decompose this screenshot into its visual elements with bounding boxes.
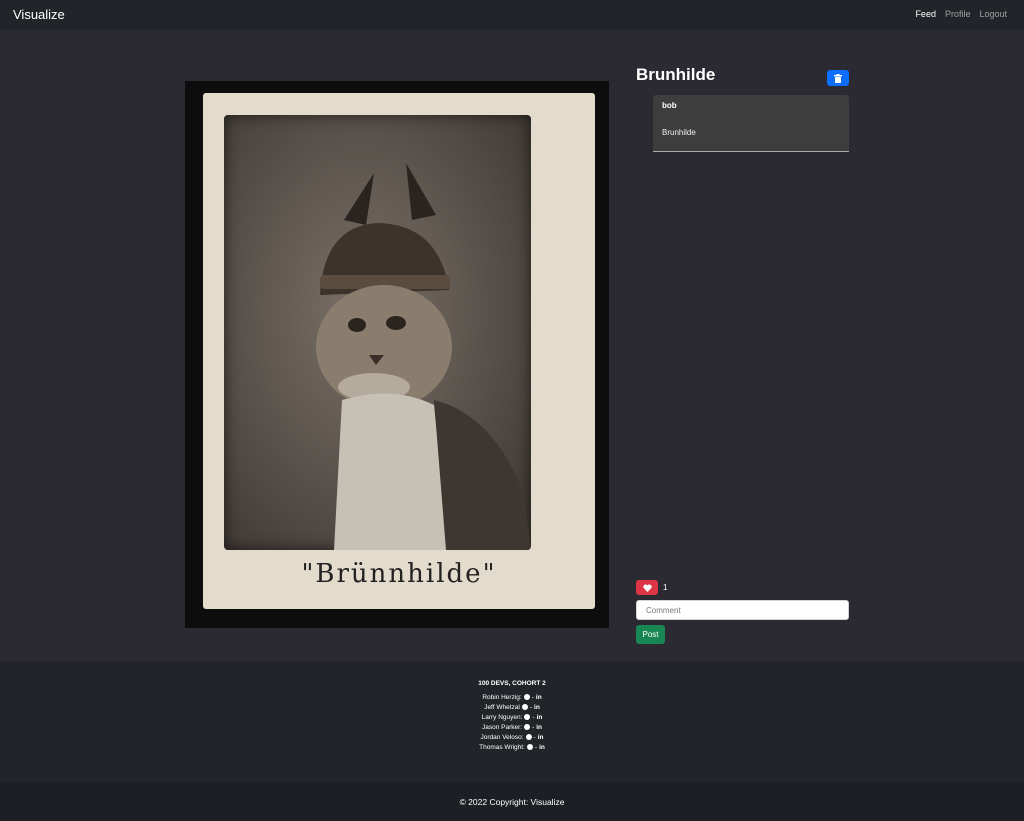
- separator: -: [534, 743, 538, 751]
- linkedin-icon[interactable]: in: [536, 724, 542, 731]
- separator: -: [532, 713, 535, 721]
- github-icon[interactable]: [525, 734, 532, 740]
- copyright-text: © 2022 Copyright: Visualize: [459, 797, 565, 807]
- post-comment-button[interactable]: Post: [636, 625, 665, 644]
- heart-icon: [642, 583, 652, 592]
- navbar: Visualize Feed Profile Logout: [0, 0, 1024, 30]
- github-icon[interactable]: [523, 694, 530, 700]
- contributor-item: Jeff Whetzal - in: [0, 702, 1024, 712]
- post-title: Brunhilde: [636, 65, 716, 84]
- contributor-name: Robin Herzig:: [482, 693, 522, 701]
- caption-card: bob Brunhilde: [653, 95, 849, 152]
- like-count: 1: [663, 583, 668, 592]
- nav-link-logout[interactable]: Logout: [979, 9, 1007, 19]
- cat-illustration: [316, 163, 531, 550]
- nav-links: Feed Profile Logout: [915, 9, 1007, 19]
- cat-photo: [224, 115, 531, 550]
- caption-username: bob: [662, 101, 677, 110]
- like-button[interactable]: [636, 580, 658, 595]
- contributor-name: Jeff Whetzal: [484, 703, 520, 711]
- github-icon[interactable]: [524, 714, 531, 720]
- github-icon[interactable]: [524, 724, 531, 730]
- separator: -: [531, 693, 534, 701]
- contributor-name: Larry Nguyen:: [481, 713, 523, 721]
- separator: -: [529, 703, 533, 711]
- copyright-bar: © 2022 Copyright: Visualize: [0, 782, 1024, 821]
- post-image: "Brünnhilde": [185, 81, 609, 628]
- linkedin-icon[interactable]: in: [537, 714, 543, 721]
- photo-handwritten-caption: "Brünnhilde": [301, 559, 497, 589]
- github-icon[interactable]: [526, 744, 533, 750]
- contributor-name: Thomas Wright:: [479, 743, 525, 751]
- separator: -: [533, 733, 536, 741]
- nav-link-profile[interactable]: Profile: [945, 9, 971, 19]
- brand-logo[interactable]: Visualize: [13, 7, 65, 22]
- linkedin-icon[interactable]: in: [539, 744, 545, 751]
- photo-card: "Brünnhilde": [203, 93, 595, 609]
- footer: 100 DEVS, COHORT 2 Robin Herzig: - in Je…: [0, 662, 1024, 782]
- contributor-item: Jordan Veloso: - in: [0, 732, 1024, 742]
- linkedin-icon[interactable]: in: [538, 734, 544, 741]
- linkedin-icon[interactable]: in: [536, 694, 542, 701]
- contributor-name: Jason Parker:: [481, 723, 523, 731]
- contributor-name: Jordan Veloso:: [480, 733, 524, 741]
- contributor-list: Robin Herzig: - in Jeff Whetzal - in Lar…: [0, 692, 1024, 752]
- footer-heading: 100 DEVS, COHORT 2: [478, 680, 546, 687]
- contributor-item: Larry Nguyen: - in: [0, 712, 1024, 722]
- delete-post-button[interactable]: [827, 70, 849, 86]
- caption-text: Brunhilde: [662, 128, 696, 137]
- separator: -: [532, 723, 535, 731]
- contributor-item: Thomas Wright: - in: [0, 742, 1024, 752]
- github-icon[interactable]: [521, 704, 528, 710]
- nav-link-feed[interactable]: Feed: [915, 9, 936, 19]
- contributor-item: Robin Herzig: - in: [0, 692, 1024, 702]
- linkedin-icon[interactable]: in: [534, 704, 540, 711]
- contributor-item: Jason Parker: - in: [0, 722, 1024, 732]
- trash-icon: [834, 73, 842, 83]
- comment-input[interactable]: [636, 600, 849, 620]
